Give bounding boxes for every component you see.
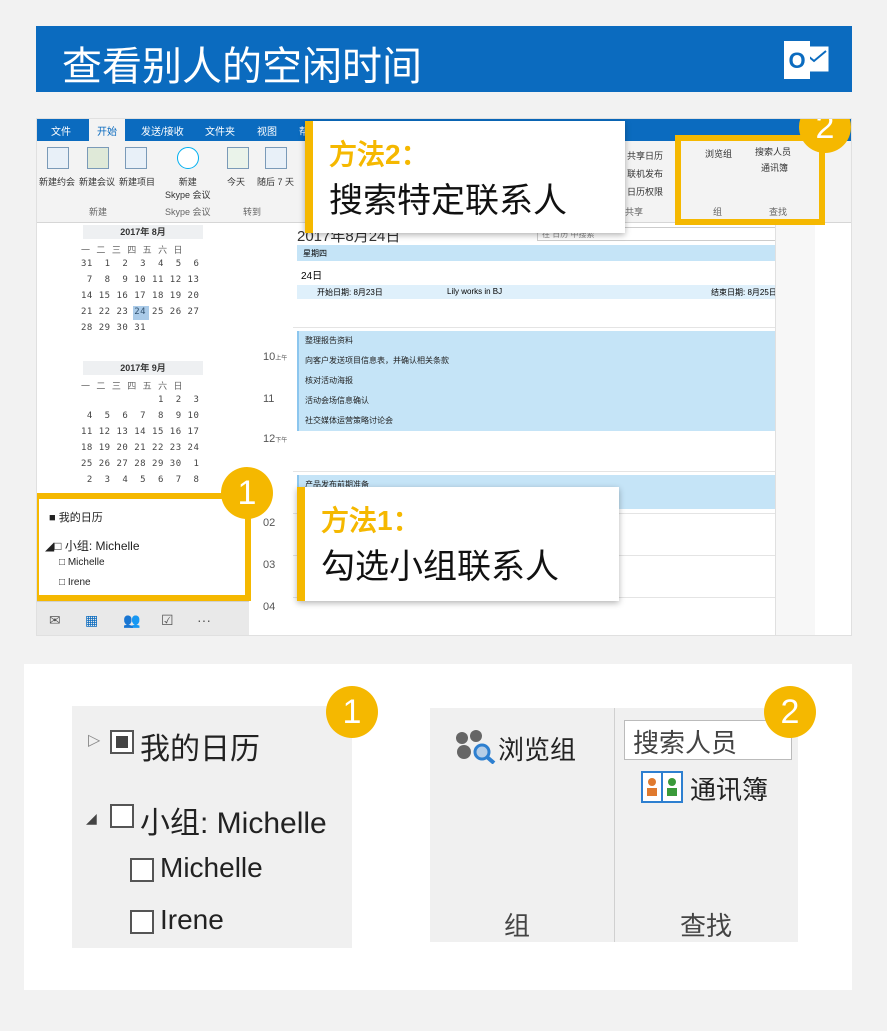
zoom-left-folder-list: ▷ 我的日历 ◢ 小组: Michelle Michelle Irene xyxy=(72,706,352,948)
search-people-input[interactable]: 搜索人员 xyxy=(624,720,792,760)
time-label: 03 xyxy=(263,559,276,571)
person-icon xyxy=(125,147,147,169)
callout-method-1: 方法1： 勾选小组联系人 xyxy=(297,487,619,601)
month-header-sep: 2017年 9月 xyxy=(83,361,203,375)
appointment[interactable]: 整理报告资料 xyxy=(297,331,793,351)
today-highlight xyxy=(133,306,149,320)
michelle-checkbox[interactable] xyxy=(130,858,154,882)
collapse-arrow-icon[interactable]: ◢ xyxy=(86,810,97,827)
calendar-icon[interactable]: ▦ xyxy=(85,612,98,629)
time-label: 11 xyxy=(263,393,275,405)
browse-groups-icon xyxy=(452,728,496,765)
skype-icon xyxy=(177,147,199,169)
group-label-share: 共享 xyxy=(625,207,644,217)
tab-folder[interactable]: 文件夹 xyxy=(205,123,235,138)
badge-1: 1 xyxy=(221,467,273,519)
time-label: 12下午 xyxy=(263,433,288,445)
irene-label: Irene xyxy=(160,904,224,935)
bottom-nav: ✉ ▦ 👥 ☑ ··· xyxy=(37,601,249,635)
today-button[interactable]: 今天 xyxy=(227,175,245,188)
new-skype-meeting-button[interactable]: 新建 Skype 会议 xyxy=(165,175,211,201)
tab-home[interactable]: 开始 xyxy=(89,119,125,141)
cal-row[interactable]: 25 26 27 28 29 30 1 xyxy=(81,459,199,469)
weekday-row: 一 二 三 四 五 六 日 xyxy=(81,382,184,392)
group-section-label: 组 xyxy=(504,911,531,941)
cal-row[interactable]: 28 29 30 31 xyxy=(81,323,146,333)
tab-file[interactable]: 文件 xyxy=(51,123,71,138)
tasks-icon[interactable]: ☑ xyxy=(161,612,174,629)
time-label: 04 xyxy=(263,601,276,613)
group-label-new: 新建 xyxy=(89,207,108,217)
cal-row[interactable]: 11 12 13 14 15 16 17 xyxy=(81,427,199,437)
calendar-icon xyxy=(47,147,69,169)
cal-row[interactable]: 2 3 4 5 6 7 8 xyxy=(81,475,199,485)
group-label-skype: Skype 会议 xyxy=(165,207,211,217)
irene-checkbox[interactable] xyxy=(130,910,154,934)
arrow-left-icon xyxy=(227,147,249,169)
cal-row[interactable]: 4 5 6 7 8 9 10 xyxy=(81,411,199,421)
mail-icon[interactable]: ✉ xyxy=(49,612,61,629)
people-icon xyxy=(87,147,109,169)
all-day-event[interactable]: 开始日期: 8月23日 Lily works in BJ 结束日期: 8月25日 xyxy=(297,285,803,299)
day-number: 24日 xyxy=(301,271,323,282)
zoom-panel: ▷ 我的日历 ◢ 小组: Michelle Michelle Irene 1 浏… xyxy=(24,664,852,990)
time-label: 02 xyxy=(263,517,276,529)
month-header-aug: 2017年 8月 xyxy=(83,225,203,239)
address-book-button[interactable]: 通讯簿 xyxy=(690,770,768,807)
find-section-label: 查找 xyxy=(680,911,733,941)
appointment[interactable]: 核对活动海报 xyxy=(297,371,793,391)
browse-groups-button[interactable]: 浏览组 xyxy=(498,730,576,767)
cal-row[interactable]: 1 2 3 xyxy=(81,395,199,405)
group-label-goto: 转到 xyxy=(243,207,262,217)
more-icon[interactable]: ··· xyxy=(197,612,211,628)
cal-row[interactable]: 31 1 2 3 4 5 6 xyxy=(81,259,199,269)
zoom-badge-2: 2 xyxy=(764,686,816,738)
callout-method-2: 方法2： 搜索特定联系人 xyxy=(305,121,625,233)
cal-row[interactable]: 14 15 16 17 18 19 20 xyxy=(81,291,199,301)
cal-row[interactable]: 18 19 20 21 22 23 24 xyxy=(81,443,199,453)
right-toolbar xyxy=(775,223,815,635)
zoom-badge-1: 1 xyxy=(326,686,378,738)
next-7-days-button[interactable]: 随后 7 天 xyxy=(257,175,294,188)
appointment[interactable]: 活动会场信息确认 xyxy=(297,391,793,411)
share-calendar-button[interactable]: 共享日历 xyxy=(627,149,663,162)
cal-row[interactable]: 7 8 9 10 11 12 13 xyxy=(81,275,199,285)
zoom-right-ribbon: 浏览组 搜索人员 通讯簿 组 查找 xyxy=(430,708,798,942)
highlight-box-2 xyxy=(675,135,825,225)
tab-view[interactable]: 视图 xyxy=(257,123,277,138)
svg-text:O: O xyxy=(788,48,805,73)
group-label: 小组: Michelle xyxy=(140,807,327,840)
new-item-button[interactable]: 新建项目 xyxy=(119,175,155,188)
tab-send-receive[interactable]: 发送/接收 xyxy=(141,123,184,138)
publish-online-button[interactable]: 联机发布 xyxy=(627,167,663,180)
michelle-label: Michelle xyxy=(160,852,263,883)
outlook-logo-icon: O xyxy=(784,41,830,79)
address-book-icon xyxy=(640,768,684,806)
people-icon[interactable]: 👥 xyxy=(123,612,140,629)
weekday-row: 一 二 三 四 五 六 日 xyxy=(81,246,184,256)
highlight-box-1 xyxy=(37,493,251,601)
time-label: 10上午 xyxy=(263,351,288,363)
expand-arrow-icon[interactable]: ▷ xyxy=(88,730,100,750)
new-meeting-button[interactable]: 新建会议 xyxy=(79,175,115,188)
outlook-screenshot: 文件 开始 发送/接收 文件夹 视图 帮 新建约会 新建会议 新建项目 新建 S… xyxy=(36,118,852,636)
page-title: 查看别人的空闲时间 xyxy=(62,45,422,89)
week-icon xyxy=(265,147,287,169)
group-checkbox[interactable] xyxy=(110,804,134,828)
appointment[interactable]: 向客户发送项目信息表，并确认相关条款 xyxy=(297,351,793,371)
weekday-header: 星期四 xyxy=(297,245,803,261)
my-calendar-label: 我的日历 xyxy=(140,733,260,766)
new-appointment-button[interactable]: 新建约会 xyxy=(39,175,75,188)
calendar-permissions-button[interactable]: 日历权限 xyxy=(627,185,663,198)
appointment[interactable]: 社交媒体运营策略讨论会 xyxy=(297,411,793,431)
my-calendar-checkbox[interactable] xyxy=(110,730,134,754)
title-banner: 查看别人的空闲时间 O xyxy=(36,26,852,92)
